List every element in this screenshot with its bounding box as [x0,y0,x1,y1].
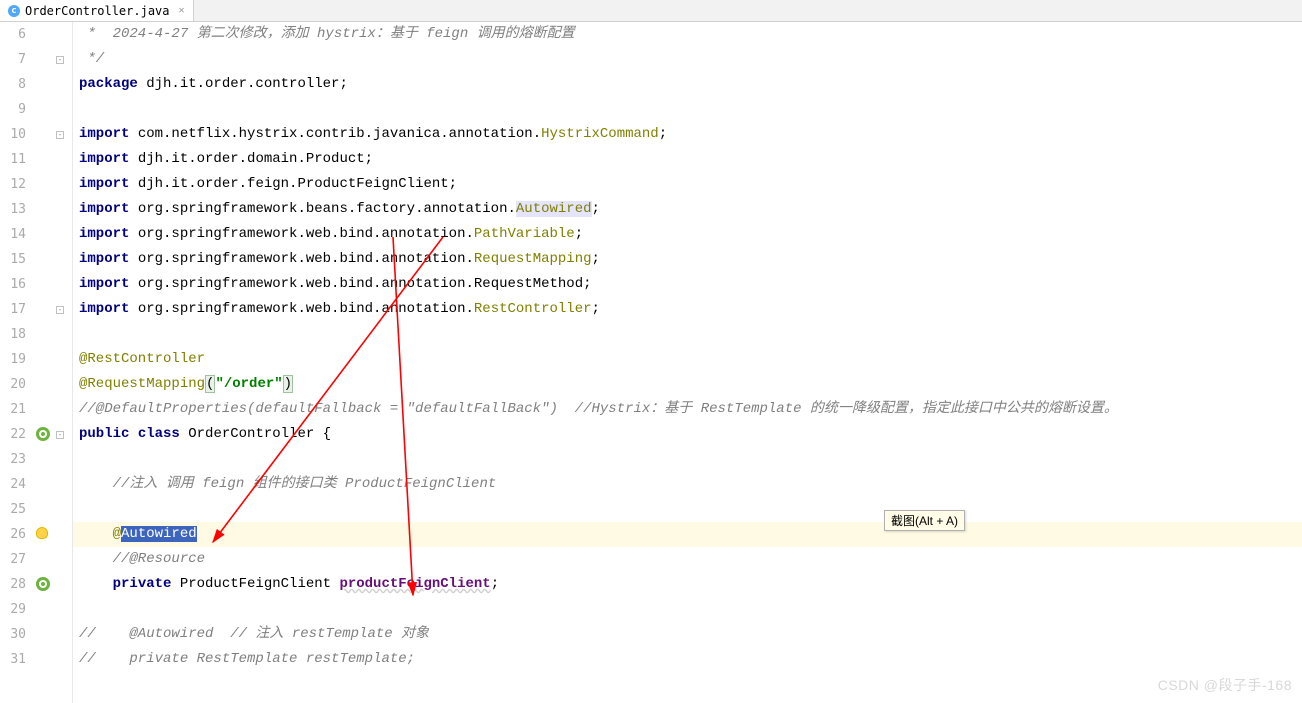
tab-bar: c OrderController.java ✕ [0,0,1302,22]
comment: //@Resource [79,551,205,567]
line-number: 9 [0,97,26,122]
code-text: djh.it.order.domain.Product; [129,151,373,167]
line-number: 16 [0,272,26,297]
selected-text: Autowired [121,526,197,542]
code-text: com.netflix.hystrix.contrib.javanica.ann… [129,126,541,142]
line-number: 20 [0,372,26,397]
line-number: 27 [0,547,26,572]
line-number: 19 [0,347,26,372]
line-number: 31 [0,647,26,672]
keyword: class [138,426,180,442]
comment: //注入 调用 feign 组件的接口类 ProductFeignClient [79,476,496,492]
code-area[interactable]: * 2024-4-27 第二次修改，添加 hystrix：基于 feign 调用… [72,22,1302,703]
keyword: import [79,126,129,142]
code-text: ; [592,301,600,317]
keyword: private [113,576,172,592]
code-text: org.springframework.web.bind.annotation. [129,226,473,242]
line-number: 22 [0,422,26,447]
code-text: ProductFeignClient [171,576,339,592]
vertical-scrollbar[interactable] [1290,46,1300,701]
code-text: ; [491,576,499,592]
code-text: djh.it.order.controller; [138,76,348,92]
code-text: ; [659,126,667,142]
keyword: import [79,176,129,192]
line-number: 26 [0,522,26,547]
line-number: 21 [0,397,26,422]
paren: ( [205,375,215,393]
screenshot-tooltip: 截图(Alt + A) [884,510,965,531]
line-number: 12 [0,172,26,197]
class-decl: OrderController { [180,426,331,442]
line-number: 25 [0,497,26,522]
paren: ) [283,375,293,393]
keyword: import [79,301,129,317]
line-number-gutter: 6 7 8 9 10 11 12 13 14 15 16 17 18 19 20… [0,22,34,703]
keyword: public [79,426,129,442]
comment: */ [79,51,104,67]
intention-bulb-icon[interactable] [36,527,48,539]
line-number: 28 [0,572,26,597]
java-class-icon: c [8,5,20,17]
code-text: ; [592,251,600,267]
line-number: 30 [0,622,26,647]
classname: RequestMethod; [474,276,592,292]
comment: * 2024-4-27 第二次修改，添加 hystrix：基于 feign 调用… [79,26,575,42]
fold-start-icon[interactable]: - [56,431,64,439]
comment: // @Autowired // 注入 restTemplate 对象 [79,626,429,642]
line-number: 15 [0,247,26,272]
code-text: ; [592,201,600,217]
keyword: import [79,251,129,267]
code-text: org.springframework.web.bind.annotation. [129,251,473,267]
line-number: 8 [0,72,26,97]
annotation-at: @ [113,526,121,542]
editor: 6 7 8 9 10 11 12 13 14 15 16 17 18 19 20… [0,22,1302,703]
line-number: 7 [0,47,26,72]
line-number: 11 [0,147,26,172]
fold-end-icon[interactable]: - [56,56,64,64]
annotation: @RestController [79,351,205,367]
indent [79,526,113,542]
classname: HystrixCommand [541,126,659,142]
file-tab[interactable]: c OrderController.java ✕ [0,0,194,21]
string-literal: "/order" [215,376,282,392]
tab-filename: OrderController.java [25,4,170,18]
keyword: import [79,276,129,292]
close-tab-icon[interactable]: ✕ [179,5,185,16]
keyword: import [79,226,129,242]
classname: PathVariable [474,226,575,242]
code-text: org.springframework.beans.factory.annota… [129,201,515,217]
code-text: ; [575,226,583,242]
line-number: 10 [0,122,26,147]
line-number: 23 [0,447,26,472]
fold-start-icon[interactable]: - [56,131,64,139]
classname: RequestMapping [474,251,592,267]
annotation: @RequestMapping [79,376,205,392]
line-number: 18 [0,322,26,347]
classname: RestController [474,301,592,317]
spring-bean-icon[interactable] [36,577,50,591]
line-number: 24 [0,472,26,497]
fold-end-icon[interactable]: - [56,306,64,314]
line-number: 13 [0,197,26,222]
code-text: org.springframework.web.bind.annotation. [129,276,473,292]
line-number: 6 [0,22,26,47]
field-name: productFeignClient [339,576,490,592]
icon-gutter [34,22,54,703]
code-text: djh.it.order.feign.ProductFeignClient; [129,176,457,192]
line-number: 29 [0,597,26,622]
indent [79,576,113,592]
fold-gutter: - - - - [54,22,72,703]
comment: //@DefaultProperties(defaultFallback = "… [79,401,1118,417]
spring-bean-icon[interactable] [36,427,50,441]
keyword: package [79,76,138,92]
comment: // private RestTemplate restTemplate; [79,651,415,667]
classname-usage: Autowired [516,201,592,217]
line-number: 17 [0,297,26,322]
line-number: 14 [0,222,26,247]
keyword: import [79,151,129,167]
watermark: CSDN @段子手-168 [1158,675,1292,695]
code-text: org.springframework.web.bind.annotation. [129,301,473,317]
keyword: import [79,201,129,217]
